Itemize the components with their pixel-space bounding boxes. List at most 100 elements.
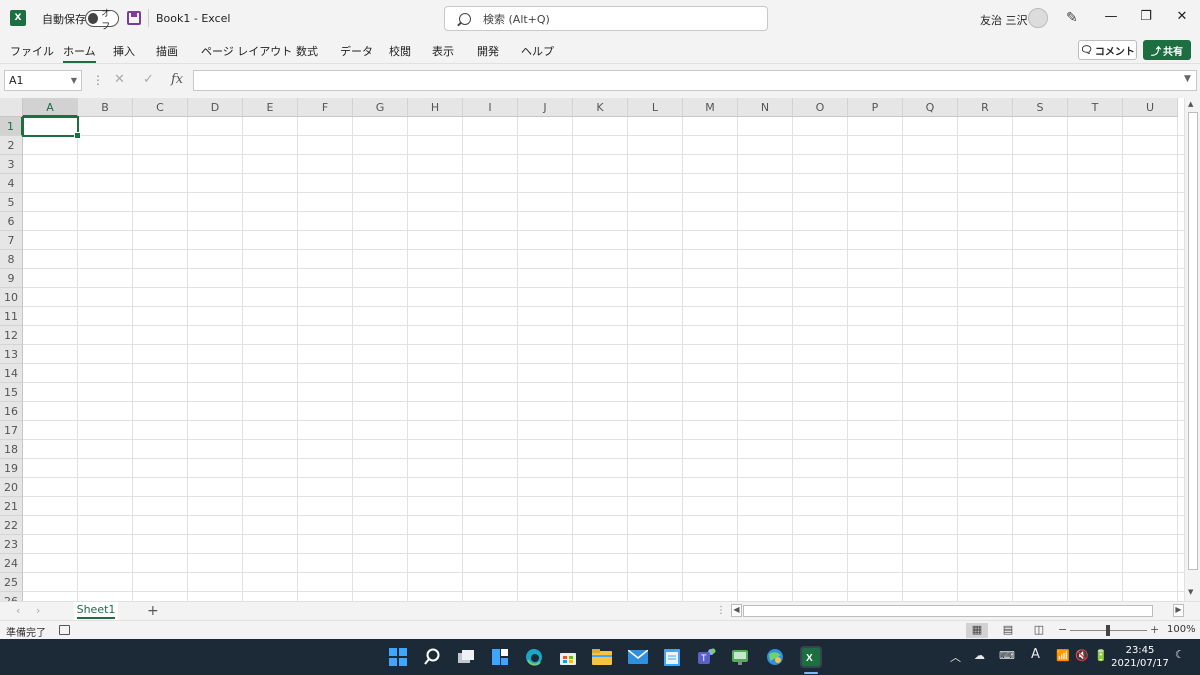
column-header-l[interactable]: L xyxy=(628,98,683,117)
zoom-out-button[interactable]: − xyxy=(1058,623,1067,636)
row-header-21[interactable]: 21 xyxy=(0,497,23,516)
column-header-q[interactable]: Q xyxy=(903,98,958,117)
tab-help[interactable]: ヘルプ xyxy=(521,43,554,59)
row-header-20[interactable]: 20 xyxy=(0,478,23,497)
comment-button[interactable]: 🗨 コメント xyxy=(1078,40,1137,60)
name-box[interactable]: A1 ▼ xyxy=(4,70,82,91)
more-options-icon[interactable]: ⋮ xyxy=(92,73,104,87)
start-icon[interactable] xyxy=(387,646,409,668)
row-header-8[interactable]: 8 xyxy=(0,250,23,269)
column-header-b[interactable]: B xyxy=(78,98,133,117)
row-header-4[interactable]: 4 xyxy=(0,174,23,193)
tab-data[interactable]: データ xyxy=(340,43,373,59)
column-header-k[interactable]: K xyxy=(573,98,628,117)
next-sheet-icon[interactable]: › xyxy=(36,604,40,617)
select-all-corner[interactable] xyxy=(0,98,23,117)
file-explorer-icon[interactable] xyxy=(591,646,613,668)
store-icon[interactable] xyxy=(557,646,579,668)
row-header-13[interactable]: 13 xyxy=(0,345,23,364)
save-icon[interactable] xyxy=(127,11,141,25)
row-header-18[interactable]: 18 xyxy=(0,440,23,459)
tab-view[interactable]: 表示 xyxy=(432,43,454,59)
avatar[interactable] xyxy=(1028,8,1048,28)
macro-record-icon[interactable] xyxy=(59,625,70,635)
page-layout-view-button[interactable]: ▤ xyxy=(997,623,1019,638)
widgets-icon[interactable] xyxy=(489,646,511,668)
speaker-muted-icon[interactable]: 🔇 xyxy=(1075,649,1089,662)
cloud-app-icon[interactable] xyxy=(729,646,751,668)
task-view-icon[interactable] xyxy=(455,646,477,668)
ime-mode-icon[interactable]: A xyxy=(1031,647,1040,662)
excel-icon[interactable]: X xyxy=(800,646,822,668)
chevron-down-icon[interactable]: ▼ xyxy=(71,71,77,90)
zoom-level[interactable]: 100% xyxy=(1167,624,1196,635)
sheet-tab-sheet1[interactable]: Sheet1 xyxy=(74,602,118,620)
scroll-up-icon[interactable]: ▲ xyxy=(1188,100,1193,108)
formula-input[interactable] xyxy=(193,70,1197,91)
insert-function-icon[interactable]: fx xyxy=(171,72,183,87)
row-header-16[interactable]: 16 xyxy=(0,402,23,421)
cancel-icon[interactable]: ✕ xyxy=(114,72,125,87)
tab-formulas[interactable]: 数式 xyxy=(296,43,318,59)
wifi-icon[interactable]: 📶 xyxy=(1056,649,1070,662)
scroll-left-icon[interactable]: ◀ xyxy=(731,604,742,617)
restore-button[interactable]: ❐ xyxy=(1136,9,1156,24)
edge-icon[interactable] xyxy=(523,646,545,668)
notification-moon-icon[interactable]: ☾ xyxy=(1175,648,1185,661)
column-header-m[interactable]: M xyxy=(683,98,738,117)
row-header-23[interactable]: 23 xyxy=(0,535,23,554)
tab-draw[interactable]: 描画 xyxy=(156,43,178,59)
zoom-slider-knob[interactable] xyxy=(1106,625,1110,636)
column-header-a[interactable]: A xyxy=(23,98,78,117)
teams-icon[interactable]: T xyxy=(695,646,717,668)
add-sheet-button[interactable]: + xyxy=(147,603,159,619)
column-header-d[interactable]: D xyxy=(188,98,243,117)
row-header-24[interactable]: 24 xyxy=(0,554,23,573)
row-header-14[interactable]: 14 xyxy=(0,364,23,383)
tab-developer[interactable]: 開発 xyxy=(477,43,499,59)
cell-area[interactable] xyxy=(23,117,1184,601)
chevron-up-icon[interactable]: ︿ xyxy=(950,649,961,665)
minimize-button[interactable]: — xyxy=(1101,9,1121,24)
search-box[interactable]: 検索 (Alt+Q) xyxy=(444,6,768,31)
tab-page-layout[interactable]: ページ レイアウト xyxy=(201,43,292,59)
row-header-17[interactable]: 17 xyxy=(0,421,23,440)
battery-icon[interactable]: 🔋 xyxy=(1094,649,1108,662)
row-header-10[interactable]: 10 xyxy=(0,288,23,307)
split-handle-icon[interactable]: ⋮ xyxy=(716,605,726,616)
zoom-in-button[interactable]: + xyxy=(1150,623,1159,636)
row-header-11[interactable]: 11 xyxy=(0,307,23,326)
column-header-n[interactable]: N xyxy=(738,98,793,117)
prev-sheet-icon[interactable]: ‹ xyxy=(16,604,20,617)
vertical-scrollbar[interactable]: ▲ ▼ xyxy=(1184,98,1200,601)
vertical-scroll-thumb[interactable] xyxy=(1188,112,1198,570)
row-header-5[interactable]: 5 xyxy=(0,193,23,212)
column-header-o[interactable]: O xyxy=(793,98,848,117)
mail-icon[interactable] xyxy=(627,646,649,668)
row-header-12[interactable]: 12 xyxy=(0,326,23,345)
scroll-right-icon[interactable]: ▶ xyxy=(1173,604,1184,617)
row-header-19[interactable]: 19 xyxy=(0,459,23,478)
horizontal-scrollbar[interactable]: ◀ ▶ xyxy=(731,604,1185,618)
share-button[interactable]: ⤴ 共有 xyxy=(1143,40,1191,60)
column-header-f[interactable]: F xyxy=(298,98,353,117)
row-header-26[interactable]: 26 xyxy=(0,592,23,601)
column-header-e[interactable]: E xyxy=(243,98,298,117)
onedrive-icon[interactable]: ☁ xyxy=(974,649,985,662)
tab-insert[interactable]: 挿入 xyxy=(113,43,135,59)
horizontal-scroll-thumb[interactable] xyxy=(743,605,1153,617)
search-icon[interactable] xyxy=(421,646,443,668)
autosave-toggle[interactable]: オフ xyxy=(85,9,119,32)
row-header-15[interactable]: 15 xyxy=(0,383,23,402)
column-header-j[interactable]: J xyxy=(518,98,573,117)
row-header-3[interactable]: 3 xyxy=(0,155,23,174)
scroll-down-icon[interactable]: ▼ xyxy=(1188,588,1193,596)
expand-formula-bar-icon[interactable]: ▼ xyxy=(1184,74,1191,84)
column-header-t[interactable]: T xyxy=(1068,98,1123,117)
column-header-r[interactable]: R xyxy=(958,98,1013,117)
browser-icon[interactable] xyxy=(764,646,786,668)
row-header-25[interactable]: 25 xyxy=(0,573,23,592)
row-header-9[interactable]: 9 xyxy=(0,269,23,288)
row-header-1[interactable]: 1 xyxy=(0,117,23,136)
normal-view-button[interactable]: ▦ xyxy=(966,623,988,638)
